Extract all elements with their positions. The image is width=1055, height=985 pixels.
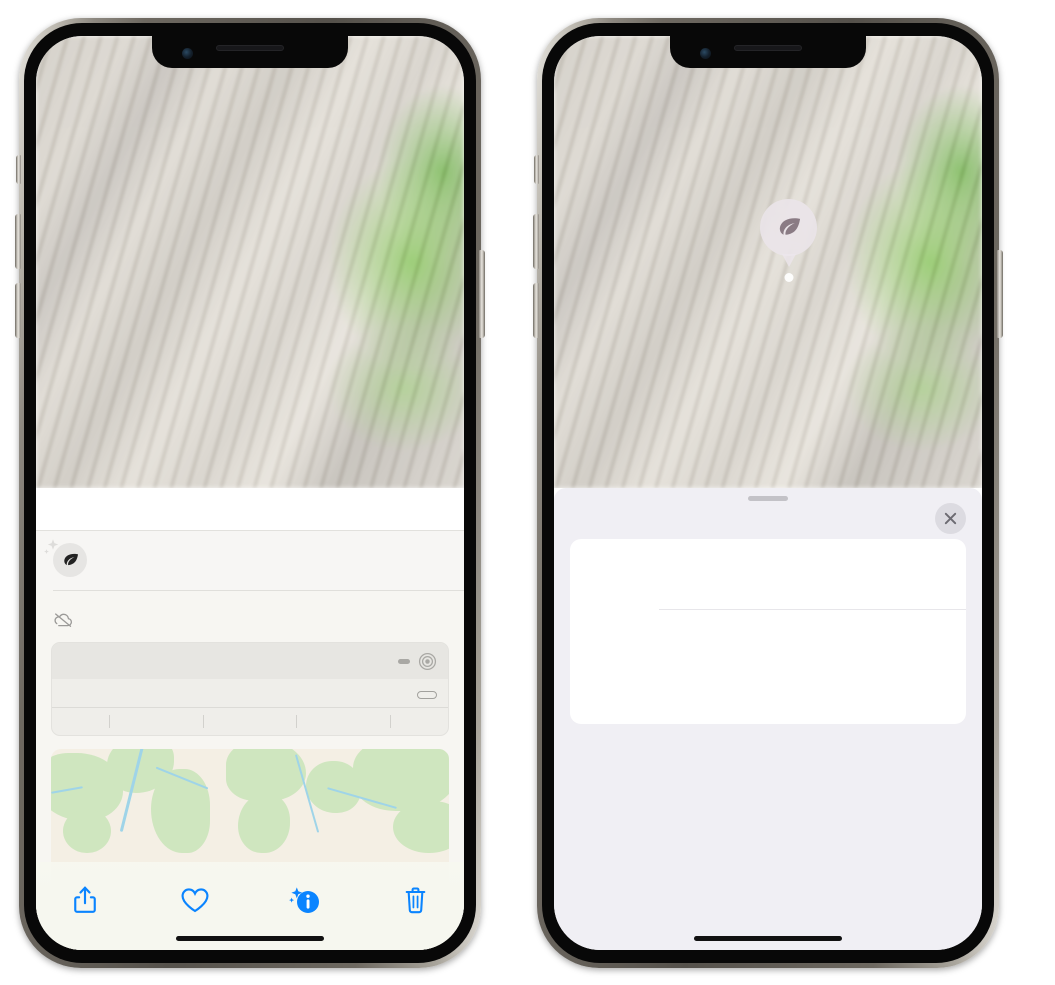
share-icon <box>74 886 96 913</box>
earpiece-speaker <box>216 45 284 51</box>
web-image-tile[interactable] <box>770 750 868 846</box>
web-image-tile[interactable] <box>568 750 666 846</box>
exif-stats-row <box>52 706 448 735</box>
web-image-tile[interactable] <box>870 750 968 846</box>
device-bezel <box>542 23 994 963</box>
volume-down-button[interactable] <box>533 283 539 338</box>
badge-tail <box>781 254 796 267</box>
display-notch <box>152 36 348 68</box>
info-sparkle-icon <box>289 887 319 913</box>
fuchsia-plant-artwork <box>36 36 464 488</box>
stat-separator <box>109 714 111 728</box>
home-indicator[interactable] <box>694 936 842 941</box>
visual-look-up-badge[interactable] <box>760 199 817 267</box>
device-bezel <box>24 23 476 963</box>
look-up-row[interactable] <box>36 531 464 590</box>
results-sheet <box>554 488 982 950</box>
side-power-button[interactable] <box>479 250 485 338</box>
siri-knowledge-header <box>554 524 982 539</box>
mute-switch[interactable] <box>16 155 21 184</box>
icloud-slash-icon <box>54 612 73 627</box>
map-green-area <box>238 792 290 854</box>
map-green-area <box>150 768 211 854</box>
knowledge-thumbnail <box>582 621 646 713</box>
results-header <box>554 501 982 534</box>
iphone-right <box>533 18 1003 968</box>
stat-separator <box>389 714 391 728</box>
date-row <box>36 591 464 608</box>
lookup-badge <box>44 539 87 577</box>
sparkles-icon <box>44 539 59 554</box>
share-button[interactable] <box>58 878 112 922</box>
photo-viewer-left[interactable] <box>36 36 464 488</box>
front-camera <box>700 48 711 59</box>
stat-separator <box>296 714 298 728</box>
photo-info-sheet <box>36 488 464 950</box>
close-icon <box>944 512 957 525</box>
exif-header <box>52 642 448 679</box>
format-badge <box>398 658 410 664</box>
front-camera <box>182 48 193 59</box>
web-image-tile[interactable] <box>669 750 767 846</box>
screen-left <box>36 36 464 950</box>
caption-input[interactable] <box>36 488 464 531</box>
leaf-icon <box>779 217 800 235</box>
exif-card <box>51 641 449 736</box>
siri-knowledge-card <box>570 539 966 724</box>
volume-up-button[interactable] <box>533 214 539 269</box>
earpiece-speaker <box>734 45 802 51</box>
info-button[interactable] <box>278 878 332 922</box>
volume-up-button[interactable] <box>15 214 21 269</box>
map-green-area <box>62 808 111 854</box>
volume-down-button[interactable] <box>15 283 21 338</box>
iphone-left <box>15 18 485 968</box>
aperture-icon[interactable] <box>418 652 437 671</box>
leaf-icon <box>63 553 78 565</box>
similar-web-images-row <box>554 750 982 846</box>
photographic-style-badge <box>417 690 437 699</box>
favorite-button[interactable] <box>168 878 222 922</box>
similar-web-images-header <box>554 724 982 750</box>
heart-icon <box>181 887 209 912</box>
close-button[interactable] <box>935 503 966 534</box>
delete-button[interactable] <box>388 878 442 922</box>
side-power-button[interactable] <box>997 250 1003 338</box>
photo-viewer-right[interactable] <box>554 36 982 488</box>
fuchsia-plant-artwork <box>554 36 982 488</box>
filename-row <box>36 608 464 642</box>
knowledge-item-fuchsia[interactable] <box>570 539 966 609</box>
knowledge-thumbnail <box>582 550 646 598</box>
home-indicator[interactable] <box>176 936 324 941</box>
display-notch <box>670 36 866 68</box>
exif-body <box>52 679 448 707</box>
knowledge-item-hardy-fuchsia[interactable] <box>570 610 966 724</box>
look-up-label <box>101 550 105 570</box>
mute-switch[interactable] <box>534 155 539 184</box>
stat-separator <box>202 714 204 728</box>
screenshot-stage <box>0 0 1055 985</box>
screen-right <box>554 36 982 950</box>
trash-icon <box>405 886 425 913</box>
